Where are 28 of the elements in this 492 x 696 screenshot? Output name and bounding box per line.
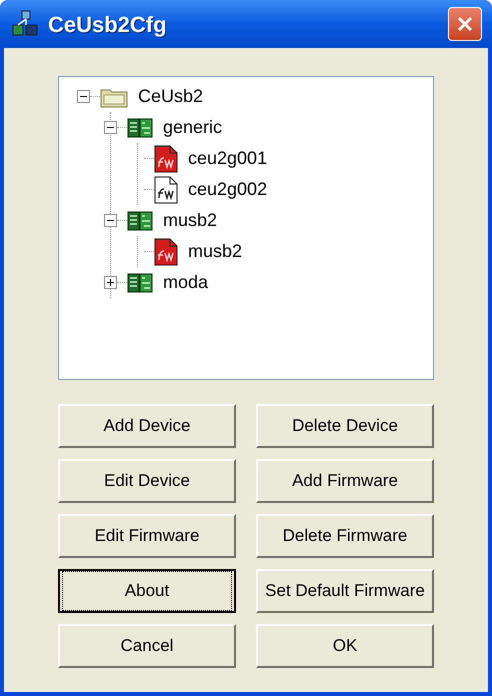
circuit-board-icon [127, 116, 153, 138]
dialog-button[interactable]: Cancel [58, 624, 236, 668]
tree-item[interactable]: musb2 [188, 238, 242, 265]
circuit-board-icon [127, 272, 153, 294]
tree-item[interactable]: moda [163, 269, 208, 296]
circuit-board-icon [127, 210, 153, 232]
close-button[interactable] [448, 7, 482, 41]
dialog-button[interactable]: Delete Firmware [256, 514, 434, 558]
expander-toggle[interactable] [104, 121, 117, 134]
dialog-button[interactable]: About [58, 569, 236, 613]
expander-toggle[interactable] [104, 276, 117, 289]
dialog-button[interactable]: Edit Firmware [58, 514, 236, 558]
dialog-button[interactable]: Delete Device [256, 404, 434, 448]
dialog-button[interactable]: Set Default Firmware [256, 569, 434, 613]
close-icon [456, 15, 474, 33]
tree-item[interactable]: generic [163, 114, 222, 141]
expander-toggle[interactable] [104, 214, 117, 227]
window-title: CeUsb2Cfg [48, 10, 168, 39]
tree-item[interactable]: CeUsb2 [138, 83, 204, 110]
dialog-button[interactable]: OK [256, 624, 434, 668]
expander-toggle[interactable] [77, 90, 90, 103]
dialog-button[interactable]: Add Device [58, 404, 236, 448]
tree-view[interactable]: CeUsb2 generic ceu2g001 ceu2g002 musb2 musb2 moda [58, 76, 434, 380]
dialog-button[interactable]: Edit Device [58, 459, 236, 503]
dialog-button[interactable]: Add Firmware [256, 459, 434, 503]
tree-item[interactable]: musb2 [163, 207, 218, 234]
tree-item[interactable]: ceu2g001 [188, 145, 268, 172]
tree-item[interactable]: ceu2g002 [188, 176, 268, 203]
